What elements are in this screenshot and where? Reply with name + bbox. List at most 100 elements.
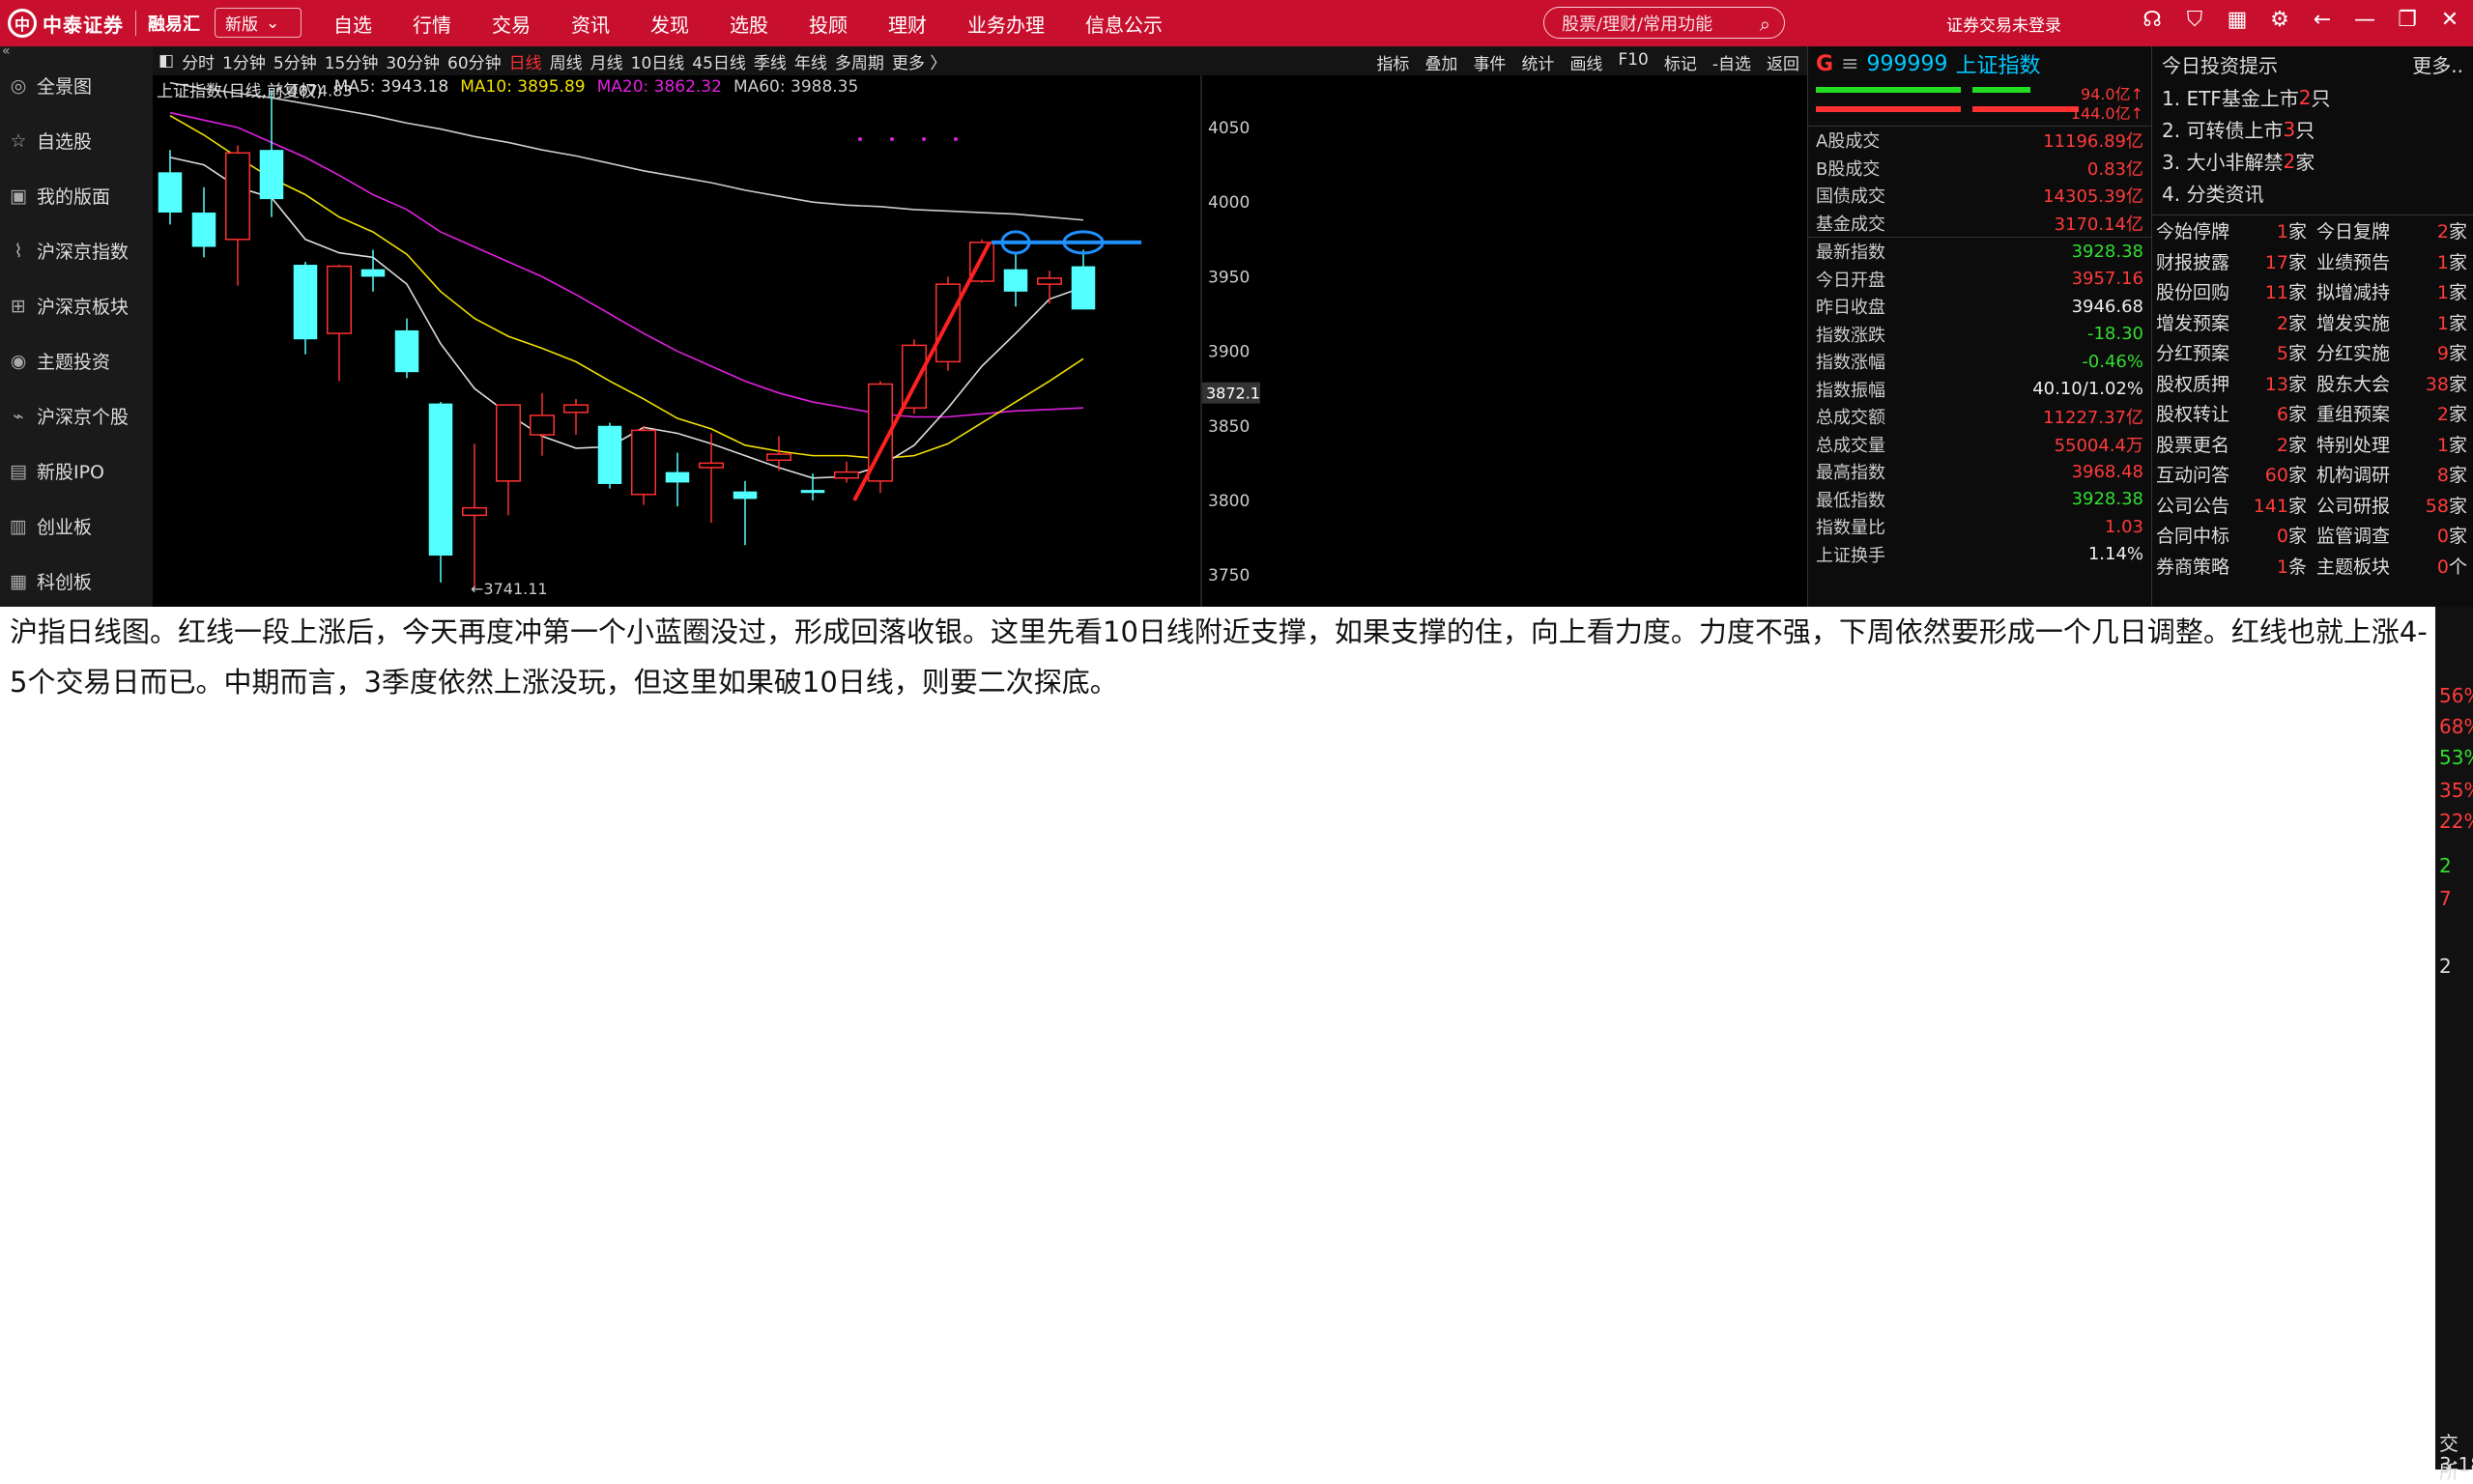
tips-grid-cell[interactable]: 公司公告 141家	[2152, 492, 2313, 518]
grid-icon[interactable]: ▦	[2216, 8, 2258, 32]
sidebar-item[interactable]: ▤ 新股IPO	[0, 443, 153, 499]
tips-grid-cell[interactable]: 财报披露 17家	[2152, 248, 2313, 274]
chart-tool-button[interactable]: -自选	[1712, 50, 1751, 74]
tips-grid-cell[interactable]: 互动问答 60家	[2152, 461, 2313, 487]
tips-grid-count: 60	[2264, 465, 2288, 487]
tips-grid-cell[interactable]: 增发实施 1家	[2313, 309, 2473, 335]
tips-grid-cell[interactable]: 增发预案 2家	[2152, 309, 2313, 335]
tips-grid-cell[interactable]: 券商策略 1条	[2152, 553, 2313, 579]
collapse-icon[interactable]: «	[0, 44, 153, 58]
sidebar-item[interactable]: ◉ 主题投资	[0, 333, 153, 388]
tips-grid-cell[interactable]: 特别处理 1家	[2313, 431, 2473, 457]
sidebar-item[interactable]: ▣ 我的版面	[0, 168, 153, 223]
quote-row: 指数量比 1.03	[1808, 513, 2151, 541]
candle-body	[496, 404, 521, 482]
tips-grid-cell[interactable]: 拟增减持 1家	[2313, 278, 2473, 304]
chart-tool-button[interactable]: 画线	[1569, 50, 1602, 74]
version-select[interactable]: 新版 ⌄	[215, 8, 302, 38]
tips-grid-value: 11家	[2265, 278, 2307, 304]
menu-item[interactable]: 发现	[650, 10, 689, 38]
period-tab[interactable]: 更多 〉	[892, 49, 946, 73]
period-tab[interactable]: 月线	[590, 49, 623, 73]
tips-grid-cell[interactable]: 重组预案 2家	[2313, 400, 2473, 426]
chart-tool-button[interactable]: 统计	[1521, 50, 1554, 74]
menu-item[interactable]: 资讯	[571, 10, 610, 38]
period-tab[interactable]: 1分钟	[222, 49, 266, 73]
tips-grid-count: 0	[2436, 556, 2449, 578]
chart-tool-button[interactable]: 事件	[1473, 50, 1506, 74]
settings-icon[interactable]: ⚙	[2258, 8, 2301, 32]
tips-more-link[interactable]: 更多..	[2412, 50, 2463, 78]
tips-news-item[interactable]: 3. 大小非解禁 2 家	[2162, 145, 2473, 177]
quote-row: 上证换手 1.14%	[1808, 541, 2151, 569]
period-tab[interactable]: 5分钟	[273, 49, 317, 73]
chart-tool-button[interactable]: 指标	[1376, 50, 1409, 74]
sidebar-item[interactable]: ☆ 自选股	[0, 113, 153, 168]
tips-news-item[interactable]: 2. 可转债上市 3 只	[2162, 113, 2473, 145]
minimize-icon[interactable]: —	[2344, 8, 2386, 32]
candle-body	[428, 403, 453, 556]
ma-legend: MA5: 3943.18 MA10: 3895.89 MA20: 3862.32 MA…	[334, 77, 859, 101]
shirt-icon[interactable]: ⛉	[2173, 8, 2216, 32]
restore-icon[interactable]: ❐	[2386, 8, 2429, 32]
tips-grid-cell[interactable]: 股权质押 13家	[2152, 370, 2313, 396]
tips-grid-cell[interactable]: 分红预案 5家	[2152, 339, 2313, 365]
menu-item[interactable]: 理财	[888, 10, 927, 38]
login-status[interactable]: 证券交易未登录	[1946, 12, 2061, 36]
close-icon[interactable]: ✕	[2429, 8, 2471, 32]
tips-grid-cell[interactable]: 主题板块 0个	[2313, 553, 2473, 579]
sidebar-item[interactable]: ◎ 全景图	[0, 58, 153, 113]
tips-news-item[interactable]: 1. ETF基金上市 2 只	[2162, 81, 2473, 113]
period-tab[interactable]: 分时	[182, 49, 215, 73]
panel-toggle-icon[interactable]: ◧	[158, 51, 174, 71]
menu-item[interactable]: 交易	[492, 10, 531, 38]
tips-grid-cell[interactable]: 合同中标 0家	[2152, 522, 2313, 548]
tips-grid-cell[interactable]: 股份回购 11家	[2152, 278, 2313, 304]
tips-grid-cell[interactable]: 公司研报 58家	[2313, 492, 2473, 518]
chart-tool-button[interactable]: 叠加	[1424, 50, 1457, 74]
sidebar-item[interactable]: ⌁ 沪深京个股	[0, 388, 153, 443]
period-tab[interactable]: 年线	[794, 49, 827, 73]
chart-tool-button[interactable]: 标记	[1664, 50, 1697, 74]
period-tab[interactable]: 60分钟	[447, 49, 502, 73]
tips-grid-value: 38家	[2426, 370, 2467, 396]
period-tab[interactable]: 多周期	[835, 49, 884, 73]
menu-icon[interactable]: ≡	[1841, 52, 1858, 76]
period-tab[interactable]: 45日线	[692, 49, 746, 73]
sidebar-item[interactable]: ⊞ 沪深京板块	[0, 278, 153, 333]
chart-tool-button[interactable]: F10	[1618, 50, 1648, 74]
period-tab[interactable]: 季线	[754, 49, 787, 73]
tips-grid-cell[interactable]: 今日复牌 2家	[2313, 217, 2473, 243]
tips-grid-cell[interactable]: 股权转让 6家	[2152, 400, 2313, 426]
kline-chart[interactable]: 4050 4000 3950 3900 3850 3800 3750 3872.1 ↖4074.…	[153, 75, 1807, 607]
period-tab[interactable]: 日线	[509, 49, 542, 73]
menu-item[interactable]: 自选	[333, 10, 372, 38]
sidebar-item[interactable]: ▦ 科创板	[0, 554, 153, 609]
search-input[interactable]: 股票/理财/常用功能 ⌕	[1543, 7, 1785, 39]
quote-label: 上证换手	[1816, 545, 1885, 566]
chart-tool-button[interactable]: 返回	[1767, 50, 1799, 74]
menu-item[interactable]: 投顾	[809, 10, 848, 38]
quote-row: 今日开盘 3957.16	[1808, 266, 2151, 294]
tips-grid-cell[interactable]: 机构调研 8家	[2313, 461, 2473, 487]
period-tab[interactable]: 15分钟	[325, 49, 379, 73]
back-icon[interactable]: ←	[2301, 8, 2344, 32]
tips-grid-cell[interactable]: 监管调查 0家	[2313, 522, 2473, 548]
tips-grid-cell[interactable]: 分红实施 9家	[2313, 339, 2473, 365]
menu-item[interactable]: 行情	[413, 10, 451, 38]
menu-item[interactable]: 业务办理	[967, 10, 1045, 38]
period-tab[interactable]: 30分钟	[386, 49, 440, 73]
sidebar-item[interactable]: ▥ 创业板	[0, 499, 153, 554]
tips-grid-cell[interactable]: 股东大会 38家	[2313, 370, 2473, 396]
menu-item[interactable]: 信息公示	[1085, 10, 1163, 38]
period-tab[interactable]: 周线	[550, 49, 583, 73]
tips-grid-cell[interactable]: 股票更名 2家	[2152, 431, 2313, 457]
tips-news-item[interactable]: 4. 分类资讯	[2162, 177, 2473, 209]
tips-grid-cell[interactable]: 今始停牌 1家	[2152, 217, 2313, 243]
headset-icon[interactable]: ☊	[2131, 8, 2173, 32]
period-tab[interactable]: 10日线	[631, 49, 685, 73]
sidebar-item[interactable]: ⌇ 沪深京指数	[0, 223, 153, 278]
search-icon[interactable]: ⌕	[1760, 13, 1770, 36]
tips-grid-cell[interactable]: 业绩预告 1家	[2313, 248, 2473, 274]
menu-item[interactable]: 选股	[730, 10, 768, 38]
